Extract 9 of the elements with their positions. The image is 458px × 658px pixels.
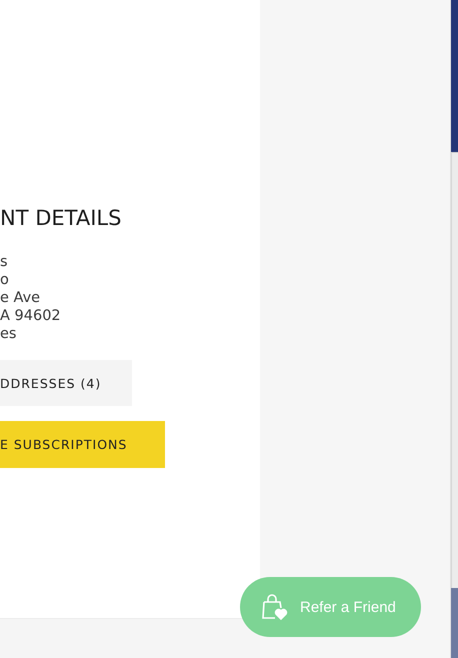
subscriptions-button[interactable]: E SUBSCRIPTIONS: [0, 421, 165, 468]
address-line: es: [0, 325, 18, 343]
address-line: A 94602: [0, 307, 62, 325]
section-heading: NT DETAILS: [0, 205, 122, 231]
addresses-button[interactable]: DDRESSES (4): [0, 360, 132, 406]
address-line: s: [0, 253, 9, 271]
address-line: e Ave: [0, 289, 42, 307]
shopping-bag-heart-icon: [260, 593, 288, 621]
address-line: o: [0, 271, 10, 289]
